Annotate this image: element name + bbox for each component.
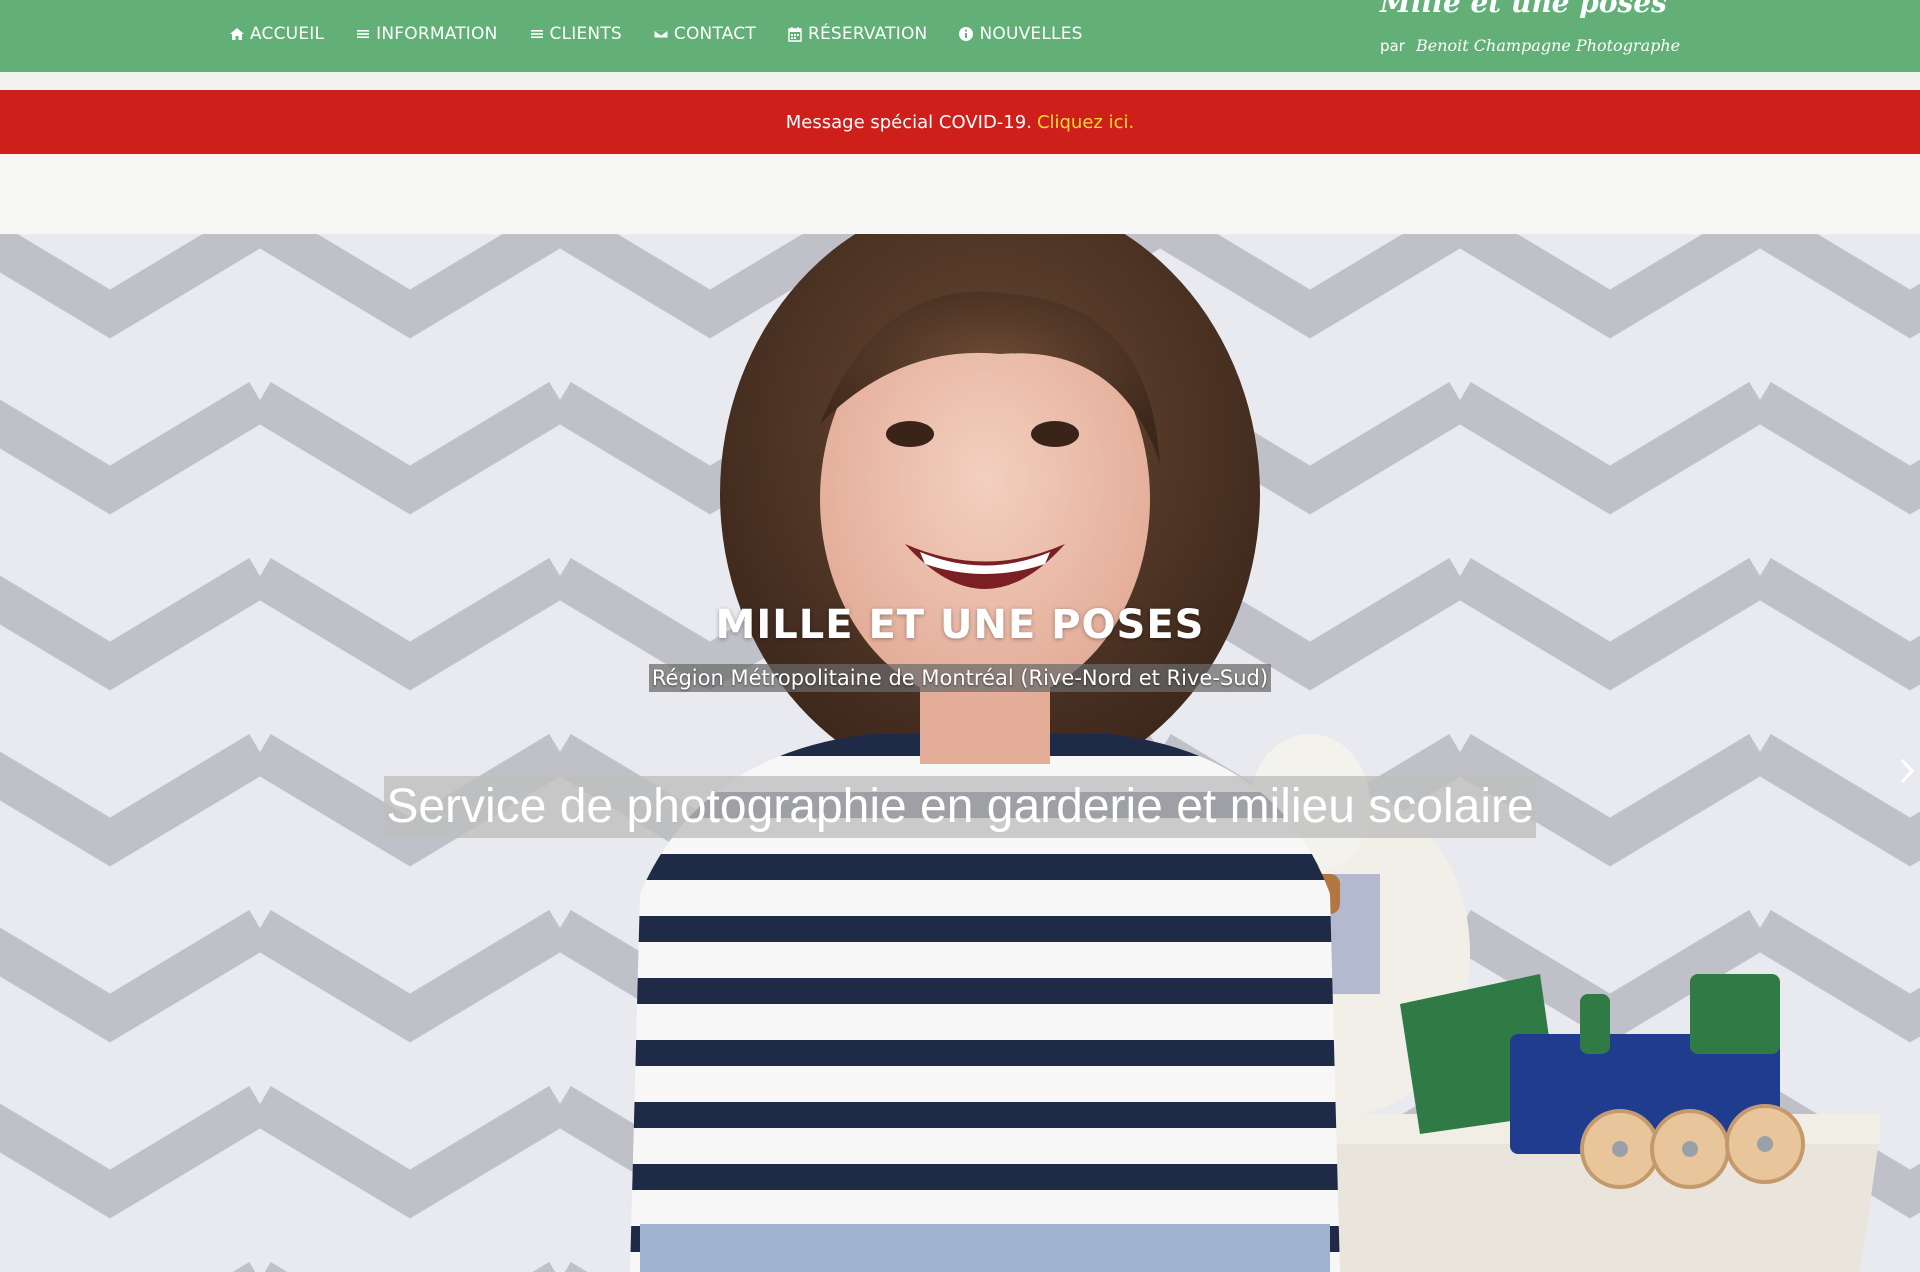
brand-par: par xyxy=(1380,37,1405,55)
nav-item-label: ACCUEIL xyxy=(250,24,325,44)
brand-title: Mille et une poses xyxy=(1380,0,1667,19)
nav-item-label: INFORMATION xyxy=(376,24,498,44)
info-icon xyxy=(957,25,975,43)
nav-item-reservation[interactable]: RÉSERVATION xyxy=(786,24,928,44)
brand-logo[interactable]: Mille et une poses par Benoit Champagne … xyxy=(1380,0,1680,72)
chevron-right-icon xyxy=(1900,758,1915,784)
main-nav: ACCUEIL INFORMATION CLIENTS CONTACT RÉSE… xyxy=(228,0,1113,68)
nav-item-label: NOUVELLES xyxy=(979,24,1083,44)
calendar-icon xyxy=(786,25,804,43)
hero-subtitle: Région Métropolitaine de Montréal (Rive-… xyxy=(648,664,1272,692)
nav-item-information[interactable]: INFORMATION xyxy=(354,24,497,44)
covid-banner: Message spécial COVID-19. Cliquez ici. xyxy=(0,90,1920,154)
home-icon xyxy=(228,25,246,43)
spacer-section xyxy=(0,154,1920,234)
nav-item-clients[interactable]: CLIENTS xyxy=(528,24,622,44)
covid-link[interactable]: Cliquez ici. xyxy=(1037,112,1134,133)
envelope-icon xyxy=(652,25,670,43)
slider-next-button[interactable] xyxy=(1896,754,1918,788)
nav-item-label: CLIENTS xyxy=(549,24,622,44)
hero-tagline: Service de photographie en garderie et m… xyxy=(384,776,1536,838)
brand-photographer: Benoit Champagne Photographe xyxy=(1415,36,1681,55)
nav-item-accueil[interactable]: ACCUEIL xyxy=(228,24,324,44)
hero-title: MILLE ET UNE POSES xyxy=(715,602,1205,648)
hero-tagline-wrap: Service de photographie en garderie et m… xyxy=(0,776,1920,838)
header-underline xyxy=(0,72,1920,90)
nav-item-label: CONTACT xyxy=(673,24,756,44)
menu-lines-icon xyxy=(354,25,372,43)
site-header: ACCUEIL INFORMATION CLIENTS CONTACT RÉSE… xyxy=(0,0,1920,72)
nav-item-contact[interactable]: CONTACT xyxy=(652,24,756,44)
nav-item-nouvelles[interactable]: NOUVELLES xyxy=(957,24,1082,44)
brand-subtitle: par Benoit Champagne Photographe xyxy=(1380,36,1680,55)
hero-subtitle-wrap: Région Métropolitaine de Montréal (Rive-… xyxy=(0,664,1920,692)
hero-photo xyxy=(0,234,1920,1272)
hero-slider: MILLE ET UNE POSES Région Métropolitaine… xyxy=(0,234,1920,1272)
menu-lines-icon xyxy=(528,25,546,43)
nav-item-label: RÉSERVATION xyxy=(807,24,928,44)
covid-message: Message spécial COVID-19. xyxy=(785,111,1032,133)
